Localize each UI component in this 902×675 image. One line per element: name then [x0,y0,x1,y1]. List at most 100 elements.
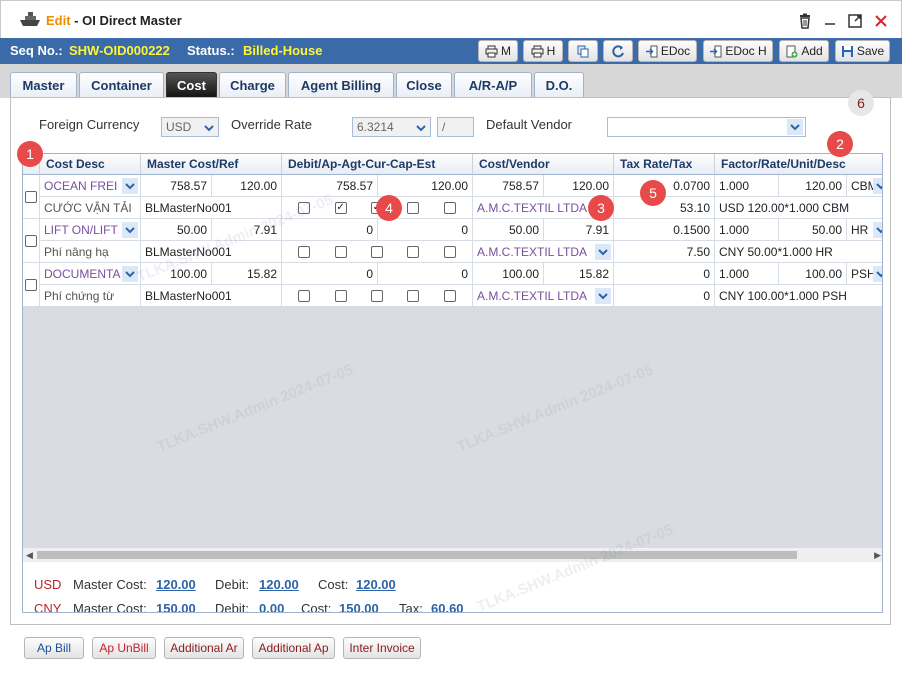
tab-do[interactable]: D.O. [534,72,584,98]
est-checkbox[interactable] [443,245,456,258]
vendor-select[interactable]: A.M.C.TEXTIL LTDA [473,285,614,307]
tax-value: 0 [614,285,715,307]
foreign-currency-select[interactable]: USD [161,117,219,137]
cost-code-select[interactable]: OCEAN FREI [40,175,141,197]
maximize-icon[interactable] [846,12,864,30]
debit-input[interactable]: 0 [282,263,378,285]
ap-checkbox[interactable] [298,289,311,302]
tab-master[interactable]: Master [10,72,77,98]
rate-input[interactable]: 120.00 [779,175,847,197]
rate-input[interactable]: 100.00 [779,263,847,285]
additional-ap-button[interactable]: Additional Ap [252,637,335,659]
edoc-house-button[interactable]: EDoc H [703,40,773,62]
refresh-button[interactable] [603,40,633,62]
factor-input[interactable]: 1.000 [715,263,779,285]
scroll-right-icon[interactable]: ▶ [874,550,881,561]
usd-cost-total[interactable]: 120.00 [356,577,396,592]
usd-master-total[interactable]: 120.00 [156,577,196,592]
tab-ar-ap[interactable]: A/R-A/P [454,72,532,98]
grid-header-factor: Factor/Rate/Unit/Desc [715,154,882,175]
scrollbar-thumb[interactable] [37,551,797,559]
override-rate-extra[interactable]: / [437,117,474,137]
cny-master-total[interactable]: 150.00 [156,601,196,612]
grid-horizontal-scrollbar[interactable]: ◀ ▶ [23,548,882,562]
tax-rate-input[interactable]: 0 [614,263,715,285]
row-select-checkbox[interactable] [25,234,37,247]
marker-1: 1 [17,141,43,167]
factor-input[interactable]: 1.000 [715,175,779,197]
chevron-down-icon [122,178,138,194]
tab-close[interactable]: Close [396,72,452,98]
agt-checkbox[interactable] [334,201,347,214]
cap-checkbox[interactable] [407,201,420,214]
default-vendor-select[interactable] [607,117,806,137]
cur-checkbox[interactable] [370,245,383,258]
copy-button[interactable] [568,40,598,62]
master-ref-input[interactable]: BLMasterNo001 [141,285,282,307]
scroll-left-icon[interactable]: ◀ [26,550,33,561]
agt-checkbox[interactable] [334,245,347,258]
cost-input[interactable]: 758.57 [473,175,544,197]
debit-qty-input[interactable]: 0 [378,219,473,241]
inter-invoice-button[interactable]: Inter Invoice [343,637,421,659]
cost-input[interactable]: 100.00 [473,263,544,285]
delete-icon[interactable] [796,12,814,30]
ap-bill-button[interactable]: Ap Bill [24,637,84,659]
cny-cost-total[interactable]: 150.00 [339,601,379,612]
master-cost-input[interactable]: 100.00 [141,263,212,285]
master-ref-input[interactable]: BLMasterNo001 [141,241,282,263]
est-checkbox[interactable] [443,201,456,214]
factor-input[interactable]: 1.000 [715,219,779,241]
rate-input[interactable]: 50.00 [779,219,847,241]
cny-tax-total[interactable]: 60.60 [431,601,464,612]
close-icon[interactable] [872,12,890,30]
add-doc-icon [786,45,798,57]
tab-agent-billing[interactable]: Agent Billing [288,72,394,98]
master-cost-input[interactable]: 758.57 [141,175,212,197]
unit-select[interactable]: PSH [847,263,882,285]
cost-code-select[interactable]: DOCUMENTA [40,263,141,285]
master-cost-input[interactable]: 50.00 [141,219,212,241]
row-select-checkbox[interactable] [25,278,37,291]
totals-panel: USD Master Cost: 120.00 Debit: 120.00 Co… [23,562,882,612]
debit-qty-input[interactable]: 120.00 [378,175,473,197]
cost-code-select[interactable]: LIFT ON/LIFT [40,219,141,241]
override-rate-select[interactable]: 6.3214 [352,117,431,137]
print-house-button[interactable]: H [523,40,563,62]
master-qty-input[interactable]: 7.91 [212,219,282,241]
ap-checkbox[interactable] [298,201,311,214]
save-button[interactable]: Save [835,40,890,62]
master-ref-input[interactable]: BLMasterNo001 [141,197,282,219]
ap-unbill-button[interactable]: Ap UnBill [92,637,156,659]
debit-qty-input[interactable]: 0 [378,263,473,285]
debit-input[interactable]: 758.57 [282,175,378,197]
print-master-button[interactable]: M [478,40,518,62]
master-qty-input[interactable]: 15.82 [212,263,282,285]
ap-checkbox[interactable] [298,245,311,258]
minimize-icon[interactable] [821,12,839,30]
unit-select[interactable]: HR [847,219,882,241]
vendor-select[interactable]: A.M.C.TEXTIL LTDA [473,241,614,263]
est-checkbox[interactable] [443,289,456,302]
cap-checkbox[interactable] [407,289,420,302]
cost-input[interactable]: 50.00 [473,219,544,241]
unit-select[interactable]: CBM [847,175,882,197]
row-select-checkbox[interactable] [25,190,37,203]
additional-ar-button[interactable]: Additional Ar [164,637,244,659]
master-qty-input[interactable]: 120.00 [212,175,282,197]
tax-rate-input[interactable]: 0.1500 [614,219,715,241]
add-button[interactable]: Add [779,40,829,62]
cost-qty-input[interactable]: 15.82 [544,263,614,285]
cap-checkbox[interactable] [407,245,420,258]
tab-cost[interactable]: Cost [166,72,217,98]
usd-debit-total[interactable]: 120.00 [259,577,299,592]
edoc-button[interactable]: EDoc [638,40,697,62]
agt-checkbox[interactable] [334,289,347,302]
cny-debit-total[interactable]: 0.00 [259,601,284,612]
debit-input[interactable]: 0 [282,219,378,241]
cost-qty-input[interactable]: 120.00 [544,175,614,197]
tab-charge[interactable]: Charge [219,72,286,98]
cur-checkbox[interactable] [370,289,383,302]
cost-qty-input[interactable]: 7.91 [544,219,614,241]
tab-container[interactable]: Container [79,72,164,98]
